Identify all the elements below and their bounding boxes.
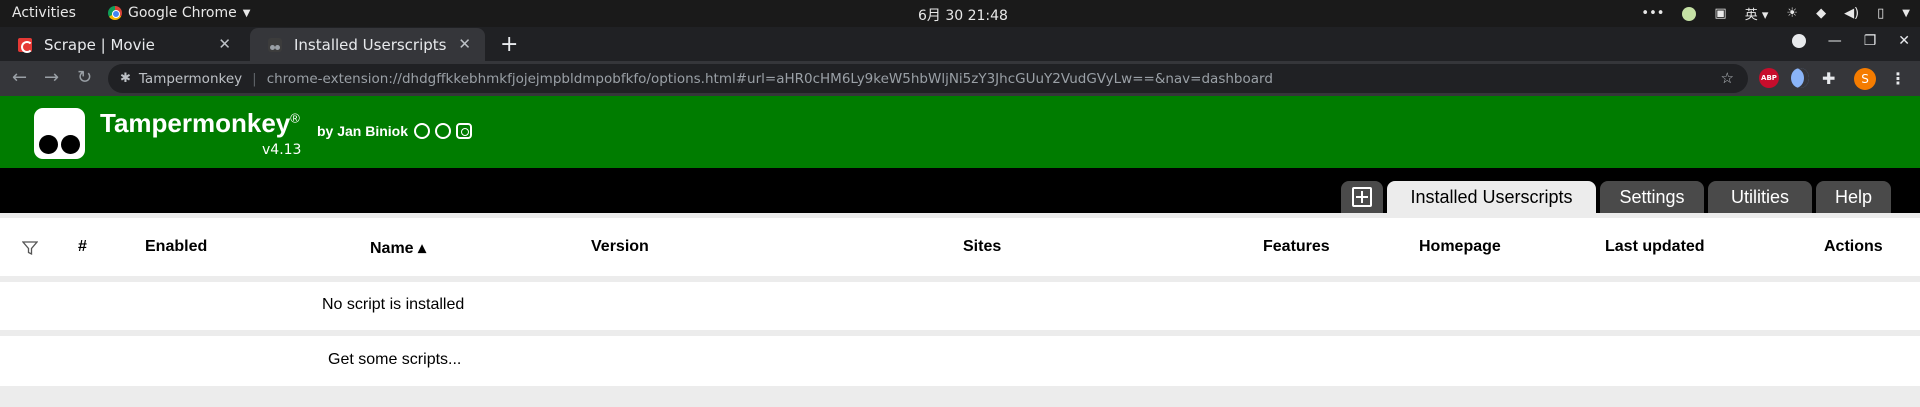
column-last-updated[interactable]: Last updated [1605,238,1705,256]
browser-tab-strip: Scrape | Movie ✕ Installed Userscripts ✕… [0,27,1920,61]
column-name[interactable]: Name ▴ [370,238,426,258]
app-indicator-icon[interactable] [1682,6,1697,21]
new-tab-plus-icon[interactable]: + [500,32,518,57]
activities-button[interactable]: Activities [12,5,76,21]
version-label: v4.13 [262,142,302,158]
column-enabled[interactable]: Enabled [145,238,207,256]
empty-state-row: No script is installed [0,282,1920,330]
app-name: Google Chrome [128,5,237,21]
tab-settings[interactable]: Settings [1600,181,1704,213]
scrape-favicon-icon [18,37,33,53]
back-arrow-icon[interactable]: ← [12,67,27,88]
screen-icon[interactable]: ▣ [1714,6,1726,21]
tab-utilities[interactable]: Utilities [1708,181,1812,213]
clock[interactable]: 6月 30 21:48 [918,5,1008,25]
url-text: chrome-extension://dhdgffkkebhmkfjojejmp… [266,70,1273,87]
brightness-icon[interactable]: ☀ [1786,6,1798,21]
column-version[interactable]: Version [591,238,649,256]
chrome-icon [108,6,122,20]
close-window-icon[interactable]: ✕ [1898,33,1910,49]
column-homepage[interactable]: Homepage [1419,238,1501,256]
bookmark-star-icon[interactable]: ☆ [1721,69,1734,87]
restore-icon[interactable]: ❐ [1864,33,1877,49]
close-icon[interactable]: ✕ [218,35,231,53]
app-title: Tampermonkey® [100,108,300,139]
table-header: # Enabled Name ▴ Version Sites Features … [0,218,1920,276]
column-actions: Actions [1824,238,1883,255]
tampermonkey-favicon-icon [268,37,282,52]
add-script-icon [1352,187,1372,207]
system-tray: ••• ▣ 英 ▾ ☀ ◆ ◀) ▯ ▼ [1641,4,1910,23]
get-scripts-link[interactable]: Get some scripts... [328,351,461,369]
address-bar[interactable]: ✱ Tampermonkey | chrome-extension://dhdg… [108,64,1748,93]
chevron-down-icon: ▼ [242,7,251,19]
tab-label: Scrape | Movie [44,35,155,54]
tampermonkey-header: Tampermonkey® v4.13 by Jan Biniok [0,96,1920,168]
profile-download-icon[interactable] [1791,34,1806,48]
wifi-icon[interactable]: ◆ [1816,6,1826,21]
author-credit: by Jan Biniok [317,123,409,139]
extension-icon: ✱ [120,71,131,86]
adblock-plus-icon[interactable]: ABP [1759,68,1779,88]
column-sites[interactable]: Sites [963,238,1001,256]
input-method-label: 英 [1744,8,1758,23]
minimize-icon[interactable]: — [1828,33,1842,49]
new-script-button[interactable] [1341,181,1383,213]
tab-installed-userscripts[interactable]: Installed Userscripts ✕ [250,28,485,61]
reload-icon[interactable]: ↻ [77,67,92,88]
column-features[interactable]: Features [1263,238,1330,256]
volume-icon[interactable]: ◀) [1844,6,1859,21]
battery-icon[interactable]: ▯ [1877,6,1884,21]
title-text: Tampermonkey [100,108,291,138]
origin-separator: | [252,70,257,87]
system-top-bar: Activities Google Chrome ▼ 6月 30 21:48 •… [0,0,1920,27]
get-scripts-row: Get some scripts... [0,336,1920,386]
close-icon[interactable]: ✕ [458,35,471,53]
extensions-puzzle-icon[interactable]: ✚ [1822,68,1835,88]
tab-label: Installed Userscripts [294,35,447,54]
instagram-icon[interactable] [456,123,472,139]
tab-help[interactable]: Help [1816,181,1891,213]
site-origin: Tampermonkey [138,70,243,87]
facebook-icon[interactable] [435,123,451,139]
tampermonkey-nav: Installed Userscripts Settings Utilities… [0,168,1920,213]
tampermonkey-logo-icon [34,108,85,159]
app-menu[interactable]: Google Chrome ▼ [108,5,250,21]
scripts-table: # Enabled Name ▴ Version Sites Features … [0,218,1920,386]
filter-icon[interactable] [22,240,38,256]
more-icon[interactable]: ••• [1641,6,1664,21]
empty-state-message: No script is installed [322,296,465,313]
github-icon[interactable] [414,123,430,139]
column-number[interactable]: # [78,238,87,256]
kebab-menu-icon[interactable]: ⋮ [1890,68,1906,88]
dark-mode-extension-icon[interactable] [1791,68,1809,88]
forward-arrow-icon[interactable]: → [44,67,59,88]
browser-toolbar: ← → ↻ ✱ Tampermonkey | chrome-extension:… [0,61,1920,96]
tab-scrape-movie[interactable]: Scrape | Movie ✕ [0,28,245,61]
chevron-down-icon[interactable]: ▼ [1902,8,1910,19]
tab-installed-userscripts[interactable]: Installed Userscripts [1387,181,1596,213]
window-controls: — ❐ ✕ [1791,33,1910,49]
input-method-indicator[interactable]: 英 ▾ [1745,4,1769,23]
profile-avatar[interactable]: S [1854,68,1876,90]
registered-mark: ® [290,110,300,126]
